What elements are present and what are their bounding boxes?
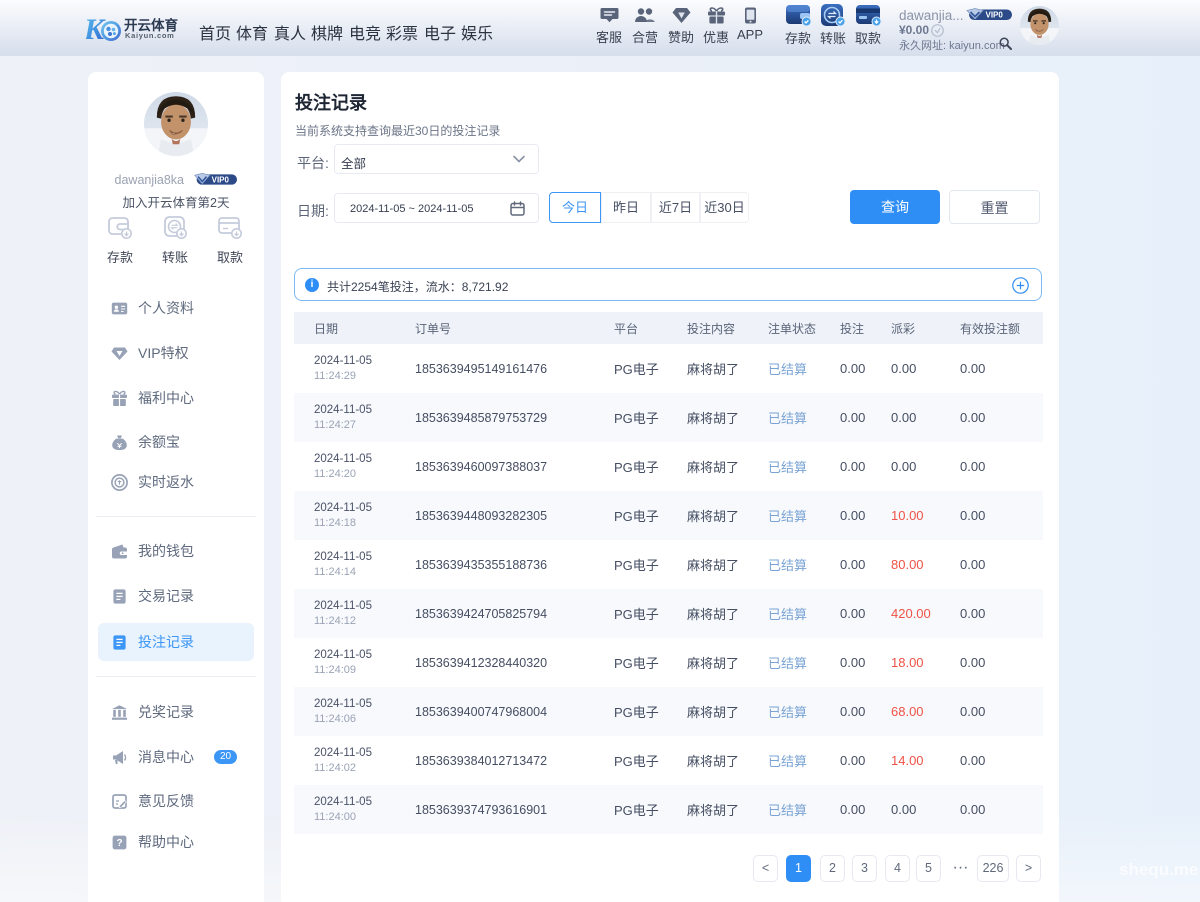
svg-text:VIP0: VIP0 (212, 176, 230, 185)
svg-text:VIP0: VIP0 (986, 11, 1004, 20)
svg-text:?: ? (116, 838, 122, 849)
